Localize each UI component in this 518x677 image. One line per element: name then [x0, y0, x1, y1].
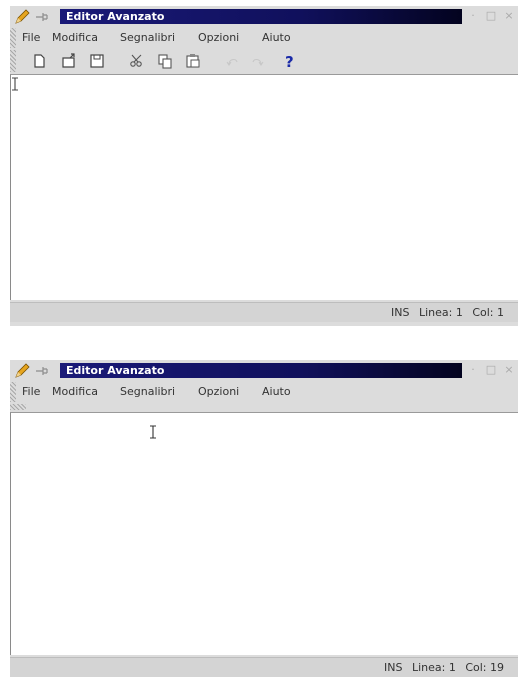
- status-text: INS Linea: 1 Col: 1: [385, 306, 504, 319]
- save-icon[interactable]: [88, 52, 106, 70]
- maximize-icon[interactable]: □: [484, 9, 498, 23]
- close-icon[interactable]: ×: [502, 9, 516, 23]
- text-cursor-icon: [12, 77, 18, 91]
- text-editor-area[interactable]: [10, 74, 518, 300]
- pencil-icon[interactable]: [14, 363, 30, 379]
- pin-icon[interactable]: [34, 9, 50, 25]
- window-title: Editor Avanzato: [66, 364, 165, 377]
- title-bar[interactable]: Editor Avanzato · □ ×: [10, 6, 518, 26]
- menu-bar: File Modifica Segnalibri Opzioni Aiuto: [10, 28, 518, 48]
- menu-handle[interactable]: [10, 382, 16, 402]
- menu-handle[interactable]: [10, 28, 16, 48]
- pencil-icon[interactable]: [14, 9, 30, 25]
- paste-icon[interactable]: [184, 52, 202, 70]
- status-text: INS Linea: 1 Col: 19: [378, 661, 504, 674]
- editor-window-2: Editor Avanzato · □ × File Modifica Segn…: [10, 360, 518, 677]
- menu-segnalibri[interactable]: Segnalibri: [120, 385, 175, 398]
- maximize-icon[interactable]: □: [484, 363, 498, 377]
- menu-segnalibri[interactable]: Segnalibri: [120, 31, 175, 44]
- status-line: Linea: 1: [418, 306, 463, 319]
- status-col: Col: 19: [465, 661, 504, 674]
- minimize-icon[interactable]: ·: [466, 363, 480, 377]
- minimize-icon[interactable]: ·: [466, 9, 480, 23]
- status-bar: INS Linea: 1 Col: 1: [10, 302, 518, 322]
- menu-opzioni[interactable]: Opzioni: [198, 31, 239, 44]
- status-col: Col: 1: [472, 306, 504, 319]
- menu-modifica[interactable]: Modifica: [52, 385, 98, 398]
- menu-opzioni[interactable]: Opzioni: [198, 385, 239, 398]
- status-bar: INS Linea: 1 Col: 19: [10, 657, 518, 677]
- redo-icon[interactable]: [248, 52, 266, 70]
- menu-file[interactable]: File: [22, 385, 40, 398]
- status-mode: INS: [383, 661, 403, 674]
- title-bar[interactable]: Editor Avanzato · □ ×: [10, 360, 518, 380]
- toolbar-handle[interactable]: [10, 50, 16, 72]
- menu-bar: File Modifica Segnalibri Opzioni Aiuto: [10, 382, 518, 402]
- window-buttons: · □ ×: [464, 9, 518, 24]
- menu-modifica[interactable]: Modifica: [52, 31, 98, 44]
- title-icons: [12, 8, 60, 24]
- toolbar-collapsed-handle[interactable]: [10, 404, 26, 410]
- svg-text:?: ?: [285, 53, 294, 70]
- copy-icon[interactable]: [156, 52, 174, 70]
- open-file-icon[interactable]: [60, 52, 78, 70]
- pin-icon[interactable]: [34, 363, 50, 379]
- window-title: Editor Avanzato: [66, 10, 165, 23]
- status-mode: INS: [390, 306, 410, 319]
- mouse-ibeam-icon: [150, 425, 156, 439]
- menu-aiuto[interactable]: Aiuto: [262, 31, 291, 44]
- menu-file[interactable]: File: [22, 31, 40, 44]
- text-editor-area[interactable]: [10, 412, 518, 655]
- title-gradient: Editor Avanzato: [60, 363, 462, 378]
- close-icon[interactable]: ×: [502, 363, 516, 377]
- title-gradient: Editor Avanzato: [60, 9, 462, 24]
- cut-icon[interactable]: [128, 52, 146, 70]
- title-icons: [12, 362, 60, 378]
- status-line: Linea: 1: [411, 661, 456, 674]
- new-file-icon[interactable]: [30, 52, 48, 70]
- window-buttons: · □ ×: [464, 363, 518, 378]
- editor-window-1: Editor Avanzato · □ × File Modifica Segn…: [10, 6, 518, 326]
- toolbar: ?: [10, 50, 518, 72]
- undo-icon[interactable]: [224, 52, 242, 70]
- help-icon[interactable]: ?: [280, 52, 298, 70]
- menu-aiuto[interactable]: Aiuto: [262, 385, 291, 398]
